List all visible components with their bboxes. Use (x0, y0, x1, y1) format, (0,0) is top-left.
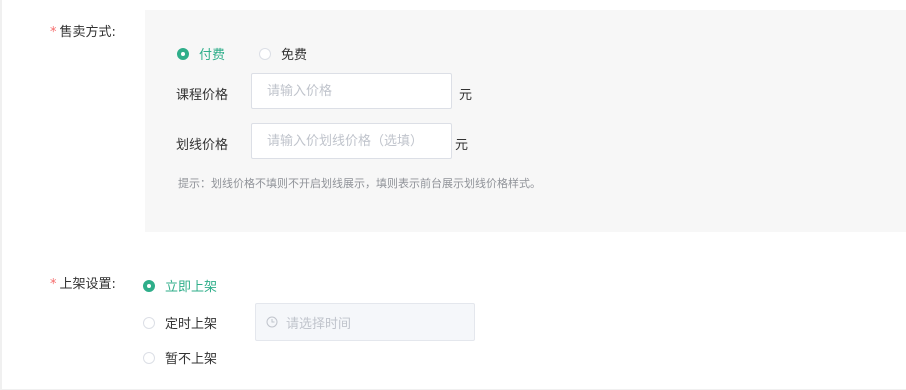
course-price-input[interactable] (251, 73, 452, 109)
form-panel: *售卖方式: 付费 免费 课程价格 元 划线价格 元 提示：划线价格不填则不开启… (2, 0, 906, 389)
radio-free[interactable]: 免费 (259, 44, 307, 63)
radio-list-now-circle[interactable] (143, 279, 155, 292)
radio-free-circle[interactable] (259, 47, 271, 60)
strike-price-hint: 提示：划线价格不填则不开启划线展示，填则表示前台展示划线价格样式。 (178, 177, 541, 190)
radio-paid-label: 付费 (199, 48, 226, 63)
radio-not-listed-circle[interactable] (143, 351, 155, 364)
sale-method-label: * 售卖方式: (50, 25, 116, 40)
required-asterisk: * (50, 25, 57, 40)
radio-list-now[interactable]: 立即上架 (143, 276, 217, 295)
radio-list-now-label: 立即上架 (165, 280, 218, 295)
listing-label: * 上架设置: (50, 277, 116, 292)
strike-price-input[interactable] (251, 123, 452, 159)
radio-scheduled-label: 定时上架 (165, 317, 218, 332)
strike-price-unit: 元 (455, 138, 469, 153)
radio-not-listed[interactable]: 暂不上架 (143, 348, 217, 367)
time-picker-placeholder: 请选择时间 (286, 316, 352, 332)
clock-icon (266, 316, 278, 328)
schedule-time-picker[interactable]: 请选择时间 (255, 303, 475, 341)
required-asterisk: * (50, 277, 57, 292)
radio-paid-circle[interactable] (177, 47, 189, 60)
radio-scheduled[interactable]: 定时上架 (143, 313, 217, 332)
course-price-unit: 元 (459, 88, 473, 103)
radio-scheduled-circle[interactable] (143, 316, 155, 329)
course-price-label: 课程价格 (176, 88, 229, 103)
radio-not-listed-label: 暂不上架 (165, 352, 218, 367)
radio-paid[interactable]: 付费 (177, 44, 225, 63)
strike-price-label: 划线价格 (176, 138, 229, 153)
radio-free-label: 免费 (281, 48, 308, 63)
page: *售卖方式: 付费 免费 课程价格 元 划线价格 元 提示：划线价格不填则不开启… (0, 0, 906, 390)
